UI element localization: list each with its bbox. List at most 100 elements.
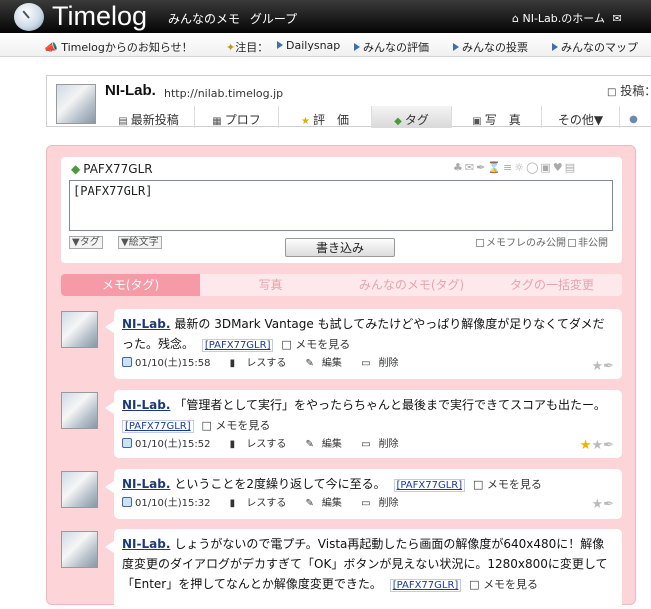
tab-others[interactable]: その他▼: [542, 106, 620, 128]
nav-everyone-memo[interactable]: みんなのメモ: [168, 12, 240, 26]
notice-link-dailysnap[interactable]: Dailysnap: [277, 39, 340, 52]
site-logo[interactable]: Timelog: [52, 1, 147, 32]
submit-button[interactable]: 書き込み: [285, 238, 395, 257]
tag-icon: ◆: [71, 162, 81, 176]
see-memo-link[interactable]: □ メモを見る: [201, 419, 270, 432]
tag-icon: ◆: [394, 116, 402, 127]
memo-author[interactable]: NI-Lab.: [122, 317, 170, 331]
hourglass-icon[interactable]: ⌛: [487, 161, 503, 174]
tab-photos[interactable]: ▣ 写 真: [452, 106, 542, 128]
tab-ratings[interactable]: ★ 評 価: [279, 106, 372, 128]
memo-author[interactable]: NI-Lab.: [122, 537, 170, 551]
top-nav: みんなのメモ グループ: [168, 10, 303, 27]
avatar[interactable]: [61, 471, 98, 508]
shield-icon[interactable]: ◯: [526, 161, 540, 174]
reply-link[interactable]: ▮ レスする: [230, 498, 295, 509]
memo-tag-link[interactable]: [PAFX77GLR]: [201, 339, 274, 352]
subtab-bulk-tag-change[interactable]: タグの一括変更: [482, 274, 622, 296]
memo-textarea[interactable]: [PAFX77GLR]: [69, 180, 613, 231]
tab-tags[interactable]: ◆ タグ: [372, 106, 452, 128]
mail-icon[interactable]: ✉: [465, 161, 476, 174]
notice-link-ratings[interactable]: みんなの評価: [354, 39, 429, 55]
see-memo-link[interactable]: □ メモを見る: [473, 478, 542, 491]
edit-link[interactable]: ✎ 編集: [306, 498, 350, 509]
profile-header: NI-Lab. http://nilab.timelog.jp □ 投稿： ▤最…: [46, 75, 651, 128]
speech-icon: □: [469, 578, 480, 591]
clock-logo-icon: [14, 3, 44, 31]
group-icon[interactable]: ♣: [453, 161, 465, 174]
post-composer: ◆ PAFX77GLR ♣✉✒⌛≡☼◯▣♥▤ [PAFX77GLR] ▼タグ ▼絵…: [61, 157, 622, 263]
trash-icon: ▭: [361, 439, 371, 450]
memo-time[interactable]: 01/10(土)15:32: [122, 497, 218, 509]
subtab-everyone-memo-tag[interactable]: みんなのメモ(タグ): [341, 274, 482, 296]
memo-tag-link[interactable]: [PAFX77GLR]: [122, 420, 194, 433]
delete-link[interactable]: ▭ 削除: [361, 358, 406, 369]
arrow-icon: [453, 43, 459, 51]
profile-name[interactable]: NI-Lab.: [105, 82, 156, 99]
envelope-icon[interactable]: ✉: [612, 12, 621, 25]
delete-link[interactable]: ▭ 削除: [361, 498, 406, 509]
announcement-link[interactable]: 📣 Timelogからのお知らせ！: [44, 39, 193, 55]
arrow-icon: [277, 41, 283, 49]
notice-link-maps[interactable]: みんなのマップ: [552, 39, 638, 55]
house-icon: ⌂: [512, 12, 519, 25]
see-memo-link[interactable]: □ メモを見る: [469, 578, 538, 591]
clock-icon: [122, 497, 132, 507]
group-icon[interactable]: ●: [620, 106, 650, 128]
memo-tag-link[interactable]: [PAFX77GLR]: [389, 579, 462, 592]
memo-bubble: NI-Lab. しょうがないので電プチ。Vista再起動したら画面の解像度が640…: [105, 529, 622, 609]
star-icon[interactable]: ★✒: [591, 359, 614, 374]
star-icon[interactable]: ★★✒: [580, 438, 614, 453]
nav-group[interactable]: グループ: [250, 12, 297, 26]
memo-author[interactable]: NI-Lab.: [122, 398, 170, 412]
memo-time[interactable]: 01/10(土)15:52: [122, 438, 218, 450]
notice-link-votes[interactable]: みんなの投票: [453, 39, 528, 55]
reply-link[interactable]: ▮ レスする: [230, 439, 295, 450]
memo-meta: 01/10(土)15:32 ▮ レスする ✎ 編集 ▭ 削除: [122, 496, 614, 512]
reply-link[interactable]: ▮ レスする: [230, 358, 295, 369]
reply-icon: ▮: [229, 439, 236, 450]
tab-latest[interactable]: ▤ 最新投稿: [103, 106, 195, 128]
photo-icon[interactable]: ▣: [540, 161, 552, 174]
top-right-links: ⌂ NI-Lab.のホーム ✉: [512, 10, 622, 26]
private-checkbox[interactable]: 非公開: [568, 234, 608, 249]
memo-tag-link[interactable]: [PAFX77GLR]: [393, 479, 466, 492]
memo-time[interactable]: 01/10(土)15:58: [122, 357, 218, 369]
memo-author[interactable]: NI-Lab.: [122, 477, 170, 491]
avatar[interactable]: [61, 392, 98, 429]
subtab-photos[interactable]: 写真: [200, 274, 341, 296]
subtab-memo-tag[interactable]: メモ(タグ): [61, 274, 200, 296]
star-icon: ★: [301, 116, 310, 127]
pin-icon[interactable]: ♥: [553, 161, 565, 174]
edit-link[interactable]: ✎ 編集: [306, 439, 350, 450]
speech-icon: □: [281, 338, 292, 351]
pencil-icon: ✎: [305, 498, 314, 509]
profile-url: http://nilab.timelog.jp: [164, 87, 284, 100]
avatar[interactable]: [56, 84, 96, 124]
speech-icon: □: [201, 419, 212, 432]
emoji-select[interactable]: ▼絵文字: [118, 236, 162, 249]
book-icon[interactable]: ▤: [565, 161, 577, 174]
home-link[interactable]: NI-Lab.のホーム: [522, 12, 604, 25]
pencil-icon: ✎: [305, 439, 314, 450]
reply-icon: ▮: [229, 358, 236, 369]
notice-bar: 📣 Timelogからのお知らせ！ ✦注目： Dailysnap みんなの評価 …: [0, 33, 651, 57]
delete-link[interactable]: ▭ 削除: [361, 439, 406, 450]
tag-select[interactable]: ▼タグ: [69, 236, 103, 249]
memo-bubble: NI-Lab. ということを2度繰り返して今に至る。 [PAFX77GLR] □ …: [105, 469, 622, 519]
list-icon[interactable]: ≡: [503, 161, 514, 174]
arrow-icon: [354, 43, 360, 51]
friends-only-checkbox[interactable]: メモフレのみ公開: [476, 234, 566, 249]
memo-text: ということを2度繰り返して今に至る。: [174, 477, 386, 491]
bulb-icon[interactable]: ☼: [514, 161, 526, 174]
edit-link[interactable]: ✎ 編集: [306, 358, 350, 369]
avatar[interactable]: [61, 531, 98, 568]
see-memo-link[interactable]: □ メモを見る: [281, 338, 350, 351]
tab-profile[interactable]: ▦ プロフ: [195, 106, 279, 128]
pen-icon[interactable]: ✒: [476, 161, 487, 174]
avatar[interactable]: [61, 311, 98, 348]
star-icon[interactable]: ★✒: [591, 497, 614, 512]
speech-icon: ▤: [118, 116, 128, 127]
arrow-icon: [552, 43, 558, 51]
clock-icon: [122, 357, 132, 367]
